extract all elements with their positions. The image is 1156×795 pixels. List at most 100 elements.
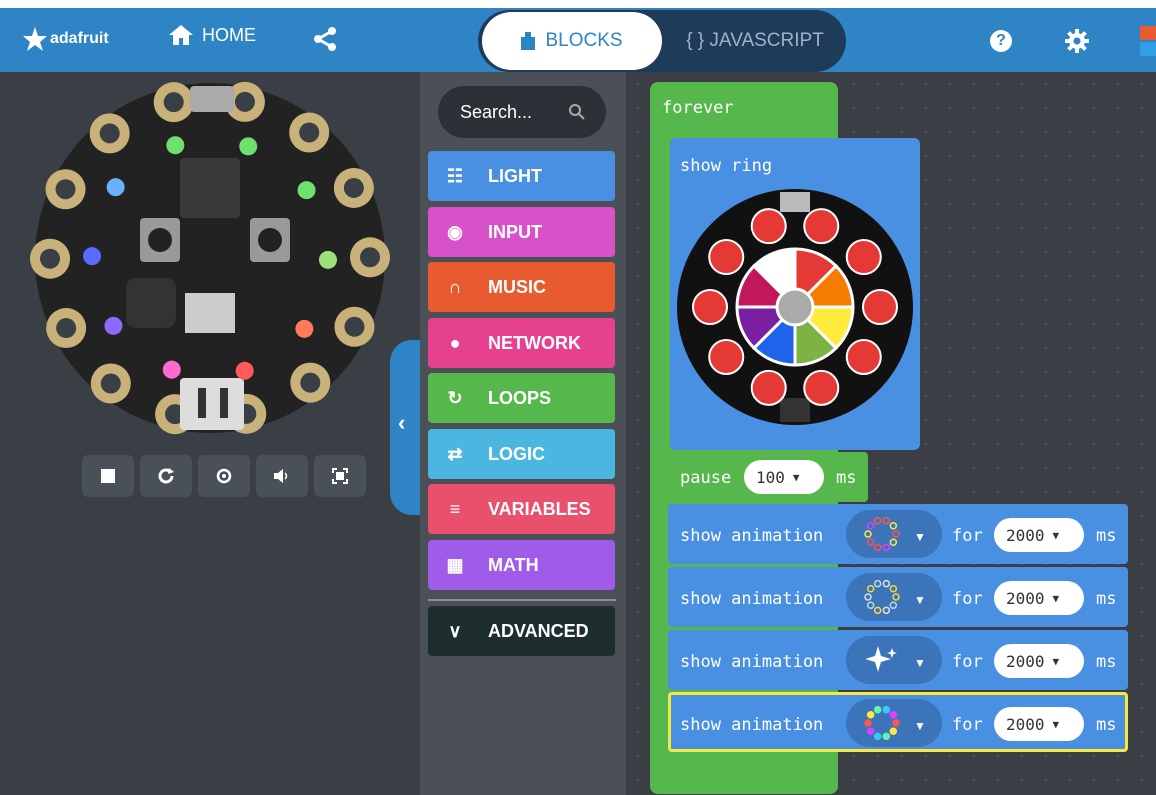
board-pad-hole: [343, 177, 364, 198]
chevron-down-icon: ▼: [1052, 528, 1060, 542]
category-network-label: NETWORK: [488, 332, 581, 353]
board-pad-hole: [299, 122, 320, 143]
animation-dot: [866, 711, 875, 719]
microsoft-flag-icon[interactable]: [1140, 26, 1156, 56]
search-placeholder: Search...: [460, 101, 533, 122]
duration-value: 2000: [1006, 714, 1045, 734]
category-variables-label: VARIABLES: [488, 498, 591, 519]
chevron-down-icon: ∨: [448, 620, 462, 641]
target-icon: ◉: [447, 221, 463, 242]
ms-label: ms: [1096, 526, 1117, 546]
loop-icon: ↻: [447, 387, 463, 408]
tab-blocks-label: BLOCKS: [545, 30, 623, 51]
neopixel-led: [295, 319, 314, 338]
sound-button[interactable]: [256, 455, 308, 497]
animation-dot: [882, 579, 891, 588]
category-light-label: LIGHT: [488, 165, 542, 186]
animation-dot: [889, 585, 898, 593]
adafruit-logo[interactable]: adafruit: [22, 22, 109, 56]
show-animation-label: show animation: [680, 526, 824, 546]
chevron-down-icon: ▼: [1052, 717, 1060, 731]
ring-led-button: [803, 208, 840, 245]
animation-dot: [866, 727, 875, 735]
animation-dot: [889, 727, 898, 735]
neopixel-led: [166, 136, 185, 155]
ring-led-button: [862, 289, 898, 325]
pause-value-dropdown[interactable]: 100 ▼: [744, 460, 824, 494]
neopixel-led: [297, 181, 316, 200]
tab-javascript[interactable]: { } JAVASCRIPT: [670, 12, 840, 70]
duration-dropdown-3[interactable]: 2000 ▼: [994, 644, 1084, 678]
category-light[interactable]: ☷ LIGHT: [428, 151, 615, 201]
ms-label: ms: [1096, 589, 1117, 609]
board-pad-hole: [234, 91, 255, 112]
board-pad-hole: [40, 248, 61, 269]
toolbox-search[interactable]: Search...: [438, 86, 606, 138]
colorful-animation-icon: [864, 705, 900, 741]
animation-dot: [889, 538, 898, 546]
home-button[interactable]: HOME: [168, 24, 256, 46]
share-button[interactable]: [312, 26, 338, 57]
animation-dot: [864, 719, 872, 727]
grid-icon: ☷: [446, 165, 464, 186]
board-pad-hole: [359, 247, 380, 268]
category-variables[interactable]: ≡ VARIABLES: [428, 484, 615, 534]
help-button[interactable]: ?: [990, 30, 1012, 52]
ring-led-button: [803, 369, 840, 406]
category-logic[interactable]: ⇄ LOGIC: [428, 429, 615, 479]
circuit-playground-board[interactable]: [30, 78, 390, 438]
neopixel-led: [162, 360, 181, 379]
board-pad-hole: [163, 92, 184, 113]
animation-dot: [873, 705, 882, 714]
category-math[interactable]: ▦ MATH: [428, 540, 615, 590]
chevron-down-icon: ▼: [914, 530, 926, 544]
category-network[interactable]: ● NETWORK: [428, 318, 615, 368]
chevron-down-icon: ▼: [914, 719, 926, 733]
debug-button[interactable]: [198, 455, 250, 497]
category-advanced[interactable]: ∨ ADVANCED: [428, 606, 615, 656]
fullscreen-button[interactable]: [314, 455, 366, 497]
animation-dot: [864, 530, 872, 538]
duration-dropdown-2[interactable]: 2000 ▼: [994, 581, 1084, 615]
chevron-down-icon: ▼: [914, 656, 926, 670]
duration-dropdown-1[interactable]: 2000 ▼: [994, 518, 1084, 552]
neopixel-led: [239, 137, 258, 156]
restart-icon: [158, 468, 174, 484]
rainbow-animation-icon: [864, 516, 900, 552]
for-label: for: [952, 715, 983, 735]
animation-dot: [892, 593, 900, 601]
stop-button[interactable]: [82, 455, 134, 497]
category-input-label: INPUT: [488, 221, 542, 242]
board-pad-hole: [56, 318, 77, 339]
category-music[interactable]: ∩ MUSIC: [428, 262, 615, 312]
settings-button[interactable]: [1064, 28, 1090, 59]
ring-led-button: [708, 239, 745, 276]
star-logo-icon: [23, 27, 47, 51]
ring-picker[interactable]: [676, 188, 914, 426]
chevron-left-icon: ‹: [398, 410, 406, 435]
ring-led-button: [692, 289, 728, 325]
ring-led-button: [708, 338, 745, 375]
category-loops-label: LOOPS: [488, 387, 552, 408]
headphones-icon: ∩: [448, 276, 462, 297]
ms-label: ms: [1096, 715, 1117, 735]
calculator-icon: ▦: [446, 554, 464, 575]
restart-button[interactable]: [140, 455, 192, 497]
ring-led-button: [750, 369, 787, 406]
animation-dot: [866, 538, 875, 546]
gear-icon: [1065, 29, 1089, 53]
category-math-label: MATH: [488, 554, 539, 575]
snail-icon: [216, 468, 232, 484]
category-input[interactable]: ◉ INPUT: [428, 207, 615, 257]
animation-dot: [873, 579, 882, 588]
category-loops[interactable]: ↻ LOOPS: [428, 373, 615, 423]
animation-dot: [882, 543, 891, 552]
neopixel-led: [106, 178, 125, 197]
toolbox-separator: [428, 599, 616, 601]
animation-dot: [889, 711, 898, 719]
chevron-down-icon: ▼: [914, 593, 926, 607]
duration-dropdown-4[interactable]: 2000 ▼: [994, 707, 1084, 741]
tab-blocks[interactable]: BLOCKS: [482, 12, 662, 70]
animation-dot: [882, 516, 891, 525]
chevron-down-icon: ▼: [792, 470, 800, 484]
